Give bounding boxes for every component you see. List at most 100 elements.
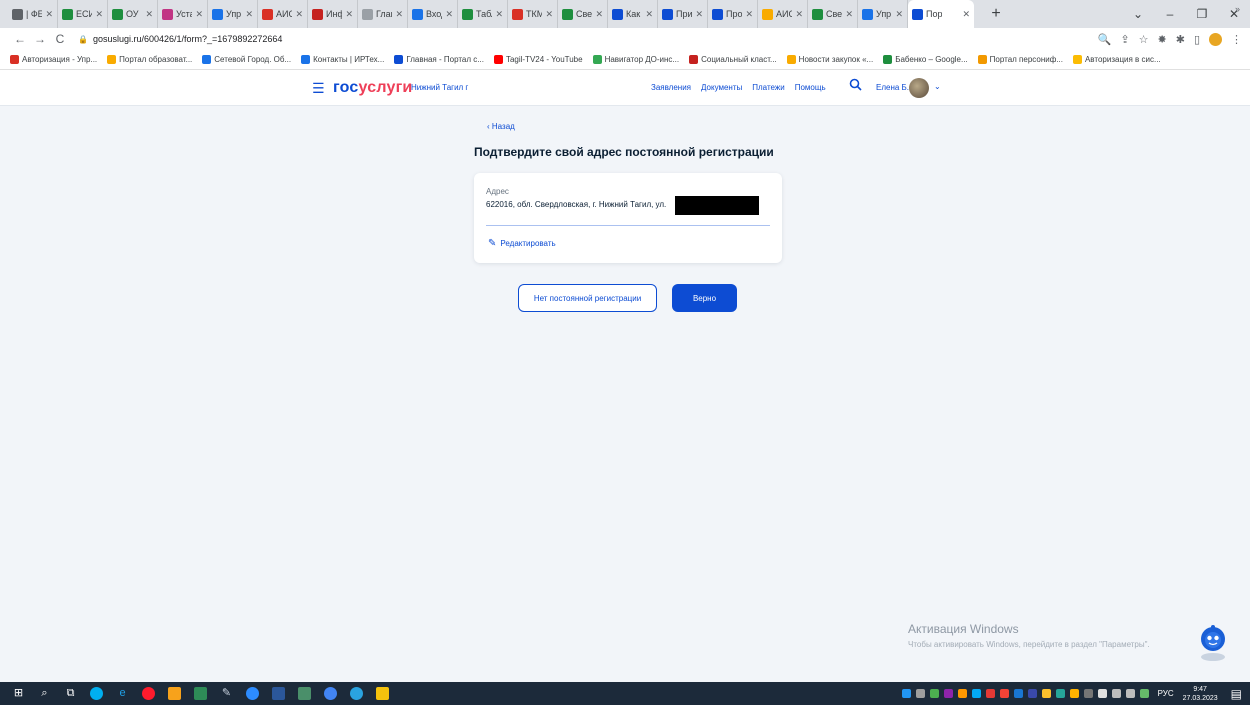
tab-close-icon[interactable]: ✕ [695,9,703,20]
skype-icon[interactable] [90,687,103,700]
browser-tab-active[interactable]: Пор ✕ [908,0,974,28]
tray-icon[interactable] [985,689,995,698]
chevron-down-icon[interactable]: ⌄ [934,82,941,91]
sidepanel-icon[interactable]: ▯ [1194,33,1200,46]
show-hidden-icon[interactable] [1097,689,1107,698]
word-icon[interactable] [272,687,285,700]
tab-close-icon[interactable]: ✕ [745,9,753,20]
bookmark-item[interactable]: Социальный класт... [689,55,777,64]
tab-close-icon[interactable]: ✕ [895,9,903,20]
confirm-button[interactable]: Верно [672,284,737,312]
puzzle-icon[interactable]: ✱ [1176,33,1185,46]
tray-icon[interactable] [1083,689,1093,698]
tray-icon[interactable] [957,689,967,698]
windows-start-icon[interactable]: ⊞ [12,687,25,700]
browser-tab[interactable]: АИС✕ [758,0,808,28]
bookmarks-more-icon[interactable]: » [1235,4,1240,14]
telegram-icon[interactable] [350,687,363,700]
volume-icon[interactable] [1125,689,1135,698]
battery-icon[interactable] [1139,689,1149,698]
file-explorer-icon[interactable] [376,687,389,700]
tray-icon[interactable] [929,689,939,698]
back-arrow-icon[interactable]: ← [10,32,30,46]
tab-close-icon[interactable]: ✕ [595,9,603,20]
browser-tab[interactable]: Табл✕ [458,0,508,28]
zoom-app-icon[interactable] [246,687,259,700]
tab-close-icon[interactable]: ✕ [545,9,553,20]
browser-tab[interactable]: Глав✕ [358,0,408,28]
profile-avatar[interactable] [1209,32,1222,46]
image-viewer-icon[interactable] [298,687,311,700]
browser-tab[interactable]: ОУ ✕ [108,0,158,28]
tray-icon[interactable] [1013,689,1023,698]
tray-icon[interactable] [1041,689,1051,698]
browser-tab[interactable]: Упр ✕ [858,0,908,28]
reload-icon[interactable]: C [50,32,70,46]
search-icon[interactable] [849,78,862,94]
nav-help[interactable]: Помощь [795,83,826,92]
bookmark-item[interactable]: Бабенко – Google... [883,55,968,64]
browser-tab[interactable]: При ✕ [658,0,708,28]
no-registration-button[interactable]: Нет постоянной регистрации [518,284,657,312]
browser-tab[interactable]: Вход✕ [408,0,458,28]
tab-close-icon[interactable]: ✕ [795,9,803,20]
bookmark-item[interactable]: Навигатор ДО-инс... [592,55,679,64]
tab-close-icon[interactable]: ✕ [345,9,353,20]
tray-icon[interactable] [1055,689,1065,698]
tab-close-icon[interactable]: ✕ [45,9,53,20]
tray-icon[interactable] [1069,689,1079,698]
url-field[interactable]: 🔒 gosuslugi.ru/600426/1/form?_=167989227… [78,34,282,44]
user-name[interactable]: Елена Б. [876,83,909,92]
yellow-app-icon[interactable] [168,687,181,700]
browser-tab[interactable]: Про ✕ [708,0,758,28]
tray-icon[interactable] [971,689,981,698]
tab-close-icon[interactable]: ✕ [845,9,853,20]
tab-close-icon[interactable]: ✕ [195,9,203,20]
bookmark-item[interactable]: Tagil-TV24 - YouTube [493,55,583,64]
browser-tab[interactable]: Инф✕ [308,0,358,28]
browser-tab[interactable]: ЕСИ✕ [58,0,108,28]
tab-close-icon[interactable]: ✕ [295,9,303,20]
share-icon[interactable]: ⇪ [1120,33,1129,46]
bookmark-item[interactable]: Главная - Портал с... [394,55,484,64]
edge-icon[interactable]: e [116,687,129,700]
tray-icon[interactable] [999,689,1009,698]
bookmark-item[interactable]: Сетевой Город. Об... [202,55,291,64]
network-icon[interactable] [1111,689,1121,698]
bookmark-item[interactable]: Авторизация - Упр... [10,55,97,64]
bookmark-item[interactable]: Контакты | ИРТех... [301,55,384,64]
bookmark-item[interactable]: Портал персониф... [977,55,1063,64]
back-link[interactable]: ‹ Назад [487,122,515,131]
nav-applications[interactable]: Заявления [651,83,691,92]
bookmark-item[interactable]: Авторизация в сис... [1072,55,1161,64]
minimize-button[interactable]: – [1154,7,1186,21]
browser-tab[interactable]: | ФЕ ✕ [8,0,58,28]
menu-icon[interactable]: ☰ [312,80,325,97]
browser-tab[interactable]: Упр ✕ [208,0,258,28]
bookmark-item[interactable]: Портал образоват... [107,55,192,64]
tray-icon[interactable] [943,689,953,698]
tab-close-icon[interactable]: ✕ [245,9,253,20]
chrome-icon[interactable] [324,687,337,700]
opera-icon[interactable] [142,687,155,700]
chat-robot-icon[interactable] [1198,624,1228,662]
avatar[interactable] [909,78,929,98]
tab-close-icon[interactable]: ✕ [645,9,653,20]
edit-link[interactable]: ✎ Редактировать [488,238,556,249]
tab-search-icon[interactable]: ⌄ [1122,7,1154,21]
tab-close-icon[interactable]: ✕ [145,9,153,20]
tray-icon[interactable] [901,689,911,698]
browser-tab[interactable]: Свед✕ [808,0,858,28]
browser-tab[interactable]: АИС✕ [258,0,308,28]
browser-tab[interactable]: Свед✕ [558,0,608,28]
city-selector[interactable]: Нижний Тагил г [411,83,468,92]
photos-icon[interactable] [194,687,207,700]
language-indicator[interactable]: РУС [1158,689,1174,698]
tab-close-icon[interactable]: ✕ [962,9,970,20]
paint-icon[interactable]: ✎ [220,687,233,700]
clock[interactable]: 9:47 27.03.2023 [1183,685,1218,703]
nav-documents[interactable]: Документы [701,83,742,92]
tab-close-icon[interactable]: ✕ [495,9,503,20]
tray-icon[interactable] [915,689,925,698]
gosuslugi-logo[interactable]: госуслуги [333,79,412,97]
